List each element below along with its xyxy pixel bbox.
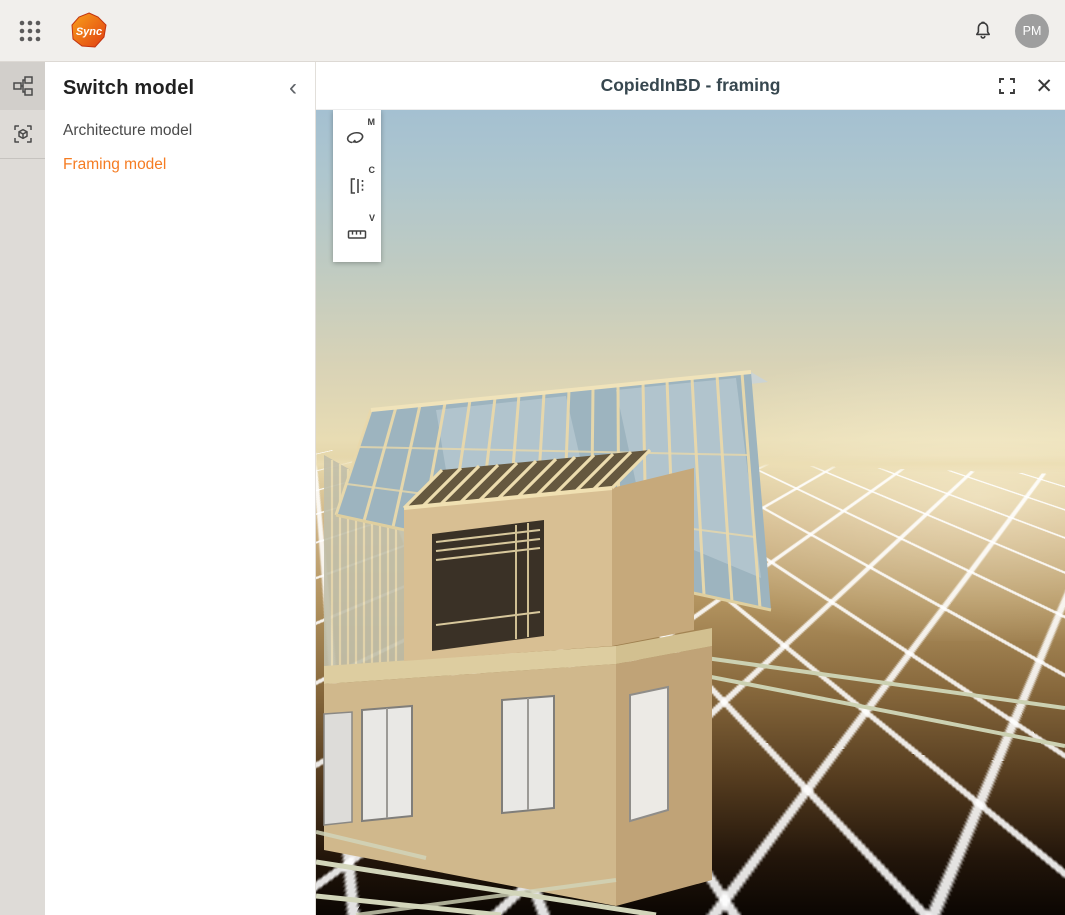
measure-shortcut: V [369,213,375,223]
framing-model-3d [316,110,1065,915]
bell-icon [971,19,995,43]
main-area: CopiedInBD - framing ✕ [316,62,1065,915]
upper-floor [404,450,694,661]
rail-model-tree-button[interactable] [0,62,45,110]
close-viewer-button[interactable]: ✕ [1035,76,1053,97]
rail-object-select-button[interactable] [0,110,45,158]
measure-icon [346,223,368,245]
clip-section-tool-button[interactable]: C [333,162,381,210]
panel-header: Switch model ‹ [45,62,315,114]
panel-title: Switch model [63,77,285,100]
clip-shortcut: C [369,165,376,175]
topbar-right: PM [971,14,1065,48]
header-actions: ✕ [997,62,1053,110]
viewer-canvas[interactable]: M C V [316,110,1065,915]
sync-logo[interactable]: Sync [70,12,108,50]
measure-tool-button[interactable]: V [333,210,381,258]
fullscreen-button[interactable] [997,76,1017,96]
back-wall-framing [324,455,404,675]
logo-text: Sync [76,26,102,38]
viewer-title: CopiedInBD - framing [601,75,781,96]
chevron-left-icon: ‹ [289,74,297,101]
close-icon: ✕ [1035,76,1053,97]
ground-grid [316,462,1065,915]
switch-model-panel: Switch model ‹ Architecture model Framin… [45,62,316,915]
avatar[interactable]: PM [1015,14,1049,48]
sync-logo-icon: Sync [70,12,108,50]
foreground-joists [316,832,656,915]
collapse-panel-button[interactable]: ‹ [285,76,301,100]
lower-floor [324,628,712,906]
sun-glow [541,319,1065,641]
viewer-toolbar: M C V [333,110,381,262]
model-tree-icon [12,75,34,97]
left-rail [0,62,45,915]
notifications-button[interactable] [971,19,995,43]
rail-divider [0,158,45,159]
roof-framing [336,372,771,610]
object-select-icon [12,123,34,145]
ground-grid-plane [316,153,1065,483]
avatar-initials: PM [1023,24,1042,38]
fullscreen-icon [997,76,1017,96]
viewer-header: CopiedInBD - framing ✕ [316,62,1065,110]
app-grid-icon [18,19,42,43]
side-beams [706,658,1065,746]
horizon-haze [316,456,1065,472]
app-launcher-button[interactable] [10,11,50,51]
topbar: Sync PM [0,0,1065,62]
clip-section-icon [346,175,368,197]
orbit-shortcut: M [368,117,376,127]
sidebar-item-architecture-model[interactable]: Architecture model [45,114,315,148]
orbit-icon [346,127,368,149]
sidebar-item-framing-model[interactable]: Framing model [45,148,315,182]
orbit-tool-button[interactable]: M [333,114,381,162]
